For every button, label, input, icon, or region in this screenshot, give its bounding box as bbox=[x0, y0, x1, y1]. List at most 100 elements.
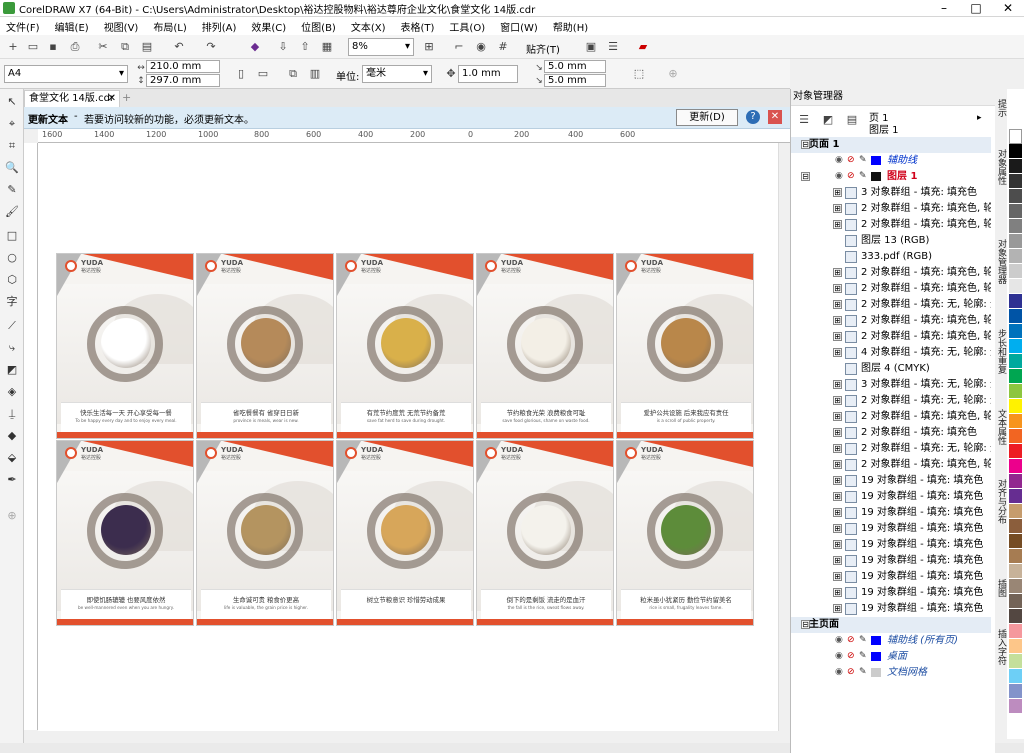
print-toggle-icon[interactable]: ⊘ bbox=[847, 633, 855, 648]
object-tree-row[interactable]: ⊟ 页面 1 bbox=[791, 137, 991, 153]
print-icon[interactable]: ⎙ bbox=[68, 40, 82, 54]
color-swatch[interactable] bbox=[1009, 339, 1022, 354]
object-tree-row[interactable]: ⊞ 19 对象群组 - 填充: 填充色 bbox=[791, 553, 991, 569]
ellipse-tool-icon[interactable]: ○ bbox=[5, 251, 19, 265]
polygon-tool-icon[interactable]: ⬡ bbox=[5, 273, 19, 287]
lock-toggle-icon[interactable]: ✎ bbox=[859, 665, 867, 680]
object-tree-row[interactable]: 333.pdf (RGB) bbox=[791, 249, 991, 265]
color-swatch[interactable] bbox=[1009, 699, 1022, 714]
menu-effects[interactable]: 效果(C) bbox=[251, 19, 286, 34]
expand-toggle-icon[interactable]: ⊞ bbox=[833, 332, 842, 341]
color-swatch[interactable] bbox=[1009, 444, 1022, 459]
expand-toggle-icon[interactable]: ⊞ bbox=[833, 556, 842, 565]
duplicate-y-field[interactable]: 5.0 mm bbox=[544, 74, 606, 87]
object-tree-row[interactable]: ⊞ 19 对象群组 - 填充: 填充色 bbox=[791, 585, 991, 601]
redo-icon[interactable]: ↷ bbox=[204, 40, 218, 54]
export-icon[interactable]: ⇧ bbox=[298, 40, 312, 54]
expand-toggle-icon[interactable]: ⊞ bbox=[833, 476, 842, 485]
docker-tab-align-distribute[interactable]: 对齐与分布 bbox=[995, 479, 1007, 524]
page-height-field[interactable]: 297.0 mm bbox=[146, 74, 220, 87]
poster-card[interactable]: YUDA 裕达控股 节约粮食光荣 浪费粮食可耻 save food glorious,… bbox=[476, 253, 614, 439]
color-swatch[interactable] bbox=[1009, 264, 1022, 279]
rectangle-tool-icon[interactable]: □ bbox=[5, 229, 19, 243]
docker-tab-object-manager[interactable]: 对象管理器 bbox=[995, 239, 1007, 284]
expand-toggle-icon[interactable]: ⊞ bbox=[833, 220, 842, 229]
color-swatch[interactable] bbox=[1009, 489, 1022, 504]
expand-toggle-icon[interactable]: ⊞ bbox=[833, 284, 842, 293]
corel-connect-icon[interactable]: ◆ bbox=[248, 40, 262, 54]
color-swatch[interactable] bbox=[1009, 669, 1022, 684]
object-tree-row[interactable]: ⊞ 19 对象群组 - 填充: 填充色 bbox=[791, 601, 991, 617]
vertical-scrollbar[interactable] bbox=[778, 143, 790, 731]
smart-fill-tool-icon[interactable]: ⬙ bbox=[5, 451, 19, 465]
undo-icon[interactable]: ↶ bbox=[172, 40, 186, 54]
show-properties-icon[interactable]: ☰ bbox=[797, 113, 811, 127]
expand-toggle-icon[interactable]: ⊞ bbox=[833, 348, 842, 357]
close-icon[interactable]: ✕ bbox=[992, 0, 1024, 17]
color-swatch[interactable] bbox=[1009, 579, 1022, 594]
docker-tab-text-properties[interactable]: 文本属性 bbox=[995, 409, 1007, 445]
expand-toggle-icon[interactable]: ⊞ bbox=[833, 428, 842, 437]
object-tree-row[interactable]: ◉ ⊘ ✎ 桌面 bbox=[791, 649, 991, 665]
object-tree-row[interactable]: ⊞ 19 对象群组 - 填充: 填充色 bbox=[791, 489, 991, 505]
expand-toggle-icon[interactable]: ⊞ bbox=[833, 508, 842, 517]
color-swatch[interactable] bbox=[1009, 564, 1022, 579]
horizontal-ruler[interactable]: 1600 1400 1200 1000 800 600 400 200 0 20… bbox=[38, 129, 790, 143]
object-tree-row[interactable]: ⊞ 2 对象群组 - 填充: 无, 轮廓: 无 bbox=[791, 393, 991, 409]
layer-manager-view-icon[interactable]: ▤ bbox=[845, 113, 859, 127]
object-tree-row[interactable]: ◉ ⊘ ✎ 辅助线 (所有页) bbox=[791, 633, 991, 649]
update-button[interactable]: 更新(D) bbox=[676, 109, 738, 126]
object-tree-row[interactable]: ⊞ 2 对象群组 - 填充: 无, 轮廓: 无 bbox=[791, 441, 991, 457]
expand-toggle-icon[interactable]: ⊞ bbox=[833, 492, 842, 501]
expand-toggle-icon[interactable]: ⊞ bbox=[833, 188, 842, 197]
connector-tool-icon[interactable]: ⤷ bbox=[5, 341, 19, 355]
object-tree-row[interactable]: ⊞ 2 对象群组 - 填充: 填充色, 轮廓 bbox=[791, 281, 991, 297]
visibility-eye-icon[interactable]: ◉ bbox=[835, 153, 843, 168]
help-icon[interactable]: ? bbox=[746, 110, 760, 124]
duplicate-x-field[interactable]: 5.0 mm bbox=[544, 60, 606, 73]
new-tab-icon[interactable]: + bbox=[122, 91, 131, 104]
options-icon[interactable]: ☰ bbox=[606, 40, 620, 54]
object-tree-row[interactable]: ⊞ 3 对象群组 - 填充: 无, 轮廓: 无 bbox=[791, 377, 991, 393]
poster-card[interactable]: YUDA 裕达控股 爱护公共设施 后来我应有责任 is a scroll of pub… bbox=[616, 253, 754, 439]
snap-to-dropdown[interactable]: 贴齐(T) bbox=[526, 41, 560, 56]
color-swatch[interactable] bbox=[1009, 654, 1022, 669]
lock-toggle-icon[interactable]: ✎ bbox=[859, 633, 867, 648]
object-tree-row[interactable]: ⊞ 2 对象群组 - 填充: 填充色, 轮廓 bbox=[791, 265, 991, 281]
minimize-icon[interactable]: – bbox=[928, 0, 960, 17]
color-swatch[interactable] bbox=[1009, 174, 1022, 189]
treat-as-filled-icon[interactable]: ⬚ bbox=[632, 67, 646, 81]
color-swatch[interactable] bbox=[1009, 624, 1022, 639]
expand-toggle-icon[interactable]: ⊞ bbox=[833, 380, 842, 389]
crop-tool-icon[interactable]: ⌗ bbox=[5, 139, 19, 153]
object-tree-row[interactable]: ⊞ 4 对象群组 - 填充: 无, 轮廓: 无 bbox=[791, 345, 991, 361]
zoom-tool-icon[interactable]: 🔍 bbox=[5, 161, 19, 175]
visibility-eye-icon[interactable]: ◉ bbox=[835, 169, 843, 184]
docker-tab-illustrations[interactable]: 插图 bbox=[995, 579, 1007, 597]
color-swatch[interactable] bbox=[1009, 459, 1022, 474]
expand-toggle-icon[interactable]: ⊞ bbox=[833, 604, 842, 613]
poster-card[interactable]: YUDA 裕达控股 快乐生活每一天 开心享受每一餐 To be happy every… bbox=[56, 253, 194, 439]
landscape-icon[interactable]: ▭ bbox=[256, 67, 270, 81]
docker-tab-hints[interactable]: 提示 bbox=[995, 99, 1007, 117]
open-icon[interactable]: ▭ bbox=[26, 40, 40, 54]
zoom-level-dropdown[interactable]: 8% ▾ bbox=[348, 38, 414, 56]
document-tab[interactable]: 食堂文化 14版.cdr ✕ bbox=[24, 90, 120, 107]
artistic-media-tool-icon[interactable]: 🖌 bbox=[5, 205, 19, 219]
current-page-icon[interactable]: ▥ bbox=[308, 67, 322, 81]
object-tree-row[interactable]: ⊞ 3 对象群组 - 填充: 填充色 bbox=[791, 185, 991, 201]
expand-toggle-icon[interactable]: ⊞ bbox=[833, 524, 842, 533]
application-launcher-icon[interactable]: ▰ bbox=[636, 40, 650, 54]
pick-tool-icon[interactable]: ↖ bbox=[5, 95, 19, 109]
eyedropper-tool-icon[interactable]: ⍊ bbox=[5, 407, 19, 421]
color-swatch[interactable] bbox=[1009, 609, 1022, 624]
interactive-tool-icon[interactable]: ◩ bbox=[5, 363, 19, 377]
color-swatch[interactable] bbox=[1009, 234, 1022, 249]
print-toggle-icon[interactable]: ⊘ bbox=[847, 665, 855, 680]
expand-toggle-icon[interactable]: ⊞ bbox=[833, 572, 842, 581]
color-swatch[interactable] bbox=[1009, 159, 1022, 174]
lock-toggle-icon[interactable]: ✎ bbox=[859, 169, 867, 184]
object-tree-row[interactable]: ⊞ 19 对象群组 - 填充: 填充色 bbox=[791, 537, 991, 553]
color-swatch[interactable] bbox=[1009, 504, 1022, 519]
color-swatch[interactable] bbox=[1009, 249, 1022, 264]
